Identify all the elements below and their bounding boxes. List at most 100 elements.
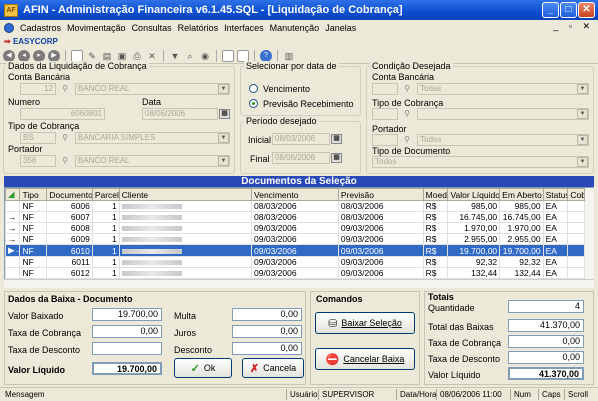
binoculars-icon[interactable]: ⚲ (400, 135, 414, 145)
col-cliente[interactable]: Cliente (118, 188, 253, 201)
quantidade-field[interactable]: 4 (508, 300, 584, 313)
condicao-portador-field[interactable]: Todos (417, 134, 589, 146)
table-row[interactable]: NF 6006 1 08/03/2006 08/03/2006 R$ 985,00 985,0… (5, 200, 585, 212)
chevron-down-icon[interactable]: ▼ (218, 84, 229, 94)
exit-icon[interactable]: ▥ (283, 50, 295, 62)
calendar-icon[interactable]: ▦ (219, 109, 230, 119)
cancela-button[interactable]: ✗ Cancela (242, 358, 304, 378)
maximize-button[interactable]: □ (560, 2, 577, 18)
portador-name-field[interactable]: BANCO REAL (75, 155, 230, 167)
col-status[interactable]: Status (542, 188, 569, 201)
chevron-down-icon[interactable]: ▼ (577, 135, 588, 145)
totais-taxa-desc-field[interactable]: 0,00 (508, 351, 584, 364)
binoculars-icon[interactable]: ⚲ (400, 109, 414, 119)
totais-valor-liq-field[interactable]: 41.370,00 (508, 367, 584, 380)
chevron-down-icon[interactable]: ▼ (218, 156, 229, 166)
valor-baixado-field[interactable]: 19.700,00 (92, 308, 162, 321)
table-row[interactable]: NF 6011 1 09/03/2006 09/03/2006 R$ 92,32 92,32 E… (5, 256, 585, 268)
menu-consultas[interactable]: Consultas (132, 23, 172, 33)
col-em-aberto[interactable]: Em Aberto (499, 188, 544, 201)
col-documento[interactable]: Documento (46, 188, 93, 201)
prev-record-icon[interactable]: ◂ (18, 49, 30, 62)
print-icon[interactable]: ⎙ (131, 50, 143, 62)
mdi-window-controls[interactable]: _ ▫ ✕ (553, 21, 594, 32)
condicao-tipo-field[interactable] (417, 108, 589, 120)
view-icon[interactable]: ◉ (199, 50, 211, 62)
first-record-icon[interactable]: ◀ (3, 49, 15, 62)
conta-name-field[interactable]: BANCO REAL (75, 83, 230, 95)
menu-movimentacao[interactable]: Movimentação (67, 23, 126, 33)
tipo-name-field[interactable]: BANCARIA SIMPLES (75, 132, 230, 144)
totais-taxa-cob-field[interactable]: 0,00 (508, 335, 584, 348)
col-moeda[interactable]: Moeda (422, 188, 449, 201)
binoculars-icon[interactable]: ⚲ (58, 84, 72, 94)
table-row[interactable]: → NF 6008 1 09/03/2006 09/03/2006 R$ 1.970,00 1.… (5, 222, 585, 234)
baixar-selecao-button[interactable]: ⛁ Baixar Seleção (315, 312, 415, 334)
binoculars-icon[interactable]: ⚲ (58, 156, 72, 166)
col-valor-liquido[interactable]: Valor Líquido (447, 188, 501, 201)
table-row[interactable]: → NF 6007 1 08/03/2006 08/03/2006 R$ 16.745,00 1… (5, 211, 585, 223)
col-cob[interactable]: Cob (567, 188, 585, 201)
calendar-icon[interactable]: ▦ (331, 153, 342, 163)
table-row[interactable]: → NF 6009 1 09/03/2006 09/03/2006 R$ 2.955,00 2.… (5, 233, 585, 245)
col-parcela[interactable]: Parcela (91, 188, 120, 201)
col-marker[interactable]: ◢ (5, 188, 21, 201)
conta-code-field[interactable]: 12 (20, 83, 56, 95)
taxa-cobranca-field[interactable]: 0,00 (92, 325, 162, 338)
valor-liquido-field[interactable]: 19.700,00 (92, 362, 162, 375)
close-button[interactable]: ✕ (578, 2, 595, 18)
calendar-icon[interactable]: ▦ (331, 134, 342, 144)
radio-vencimento[interactable] (249, 84, 258, 93)
chevron-down-icon[interactable]: ▼ (577, 157, 588, 167)
table-row[interactable]: ▶→NF6010109/03/200609/03/2006R$19.700,00… (5, 244, 585, 257)
cancel-icon[interactable]: ✕ (146, 50, 158, 62)
document-system-icon[interactable] (4, 22, 14, 33)
binoculars-icon[interactable]: ⚲ (400, 84, 414, 94)
menu-manutencao[interactable]: Manutenção (270, 23, 320, 33)
col-vencimento[interactable]: Vencimento (251, 188, 339, 201)
condicao-conta-field[interactable]: Todas (417, 83, 589, 95)
radio-previsao[interactable] (249, 99, 258, 108)
condicao-conta-code[interactable] (372, 83, 398, 95)
multa-field[interactable]: 0,00 (232, 308, 302, 321)
menu-relatorios[interactable]: Relatórios (178, 23, 219, 33)
condicao-tipo-code[interactable] (372, 108, 398, 120)
search-icon[interactable]: ⌕ (184, 50, 196, 62)
chevron-down-icon[interactable]: ▼ (218, 133, 229, 143)
binoculars-icon[interactable]: ⚲ (58, 133, 72, 143)
minimize-button[interactable]: _ (542, 2, 559, 18)
grid-vertical-scrollbar[interactable] (585, 188, 594, 279)
condicao-portador-code[interactable] (372, 134, 398, 146)
juros-field[interactable]: 0,00 (232, 325, 302, 338)
help-icon[interactable]: ? (260, 49, 272, 62)
ok-button[interactable]: ✓ Ok (174, 358, 232, 378)
menu-cadastros[interactable]: Cadastros (20, 23, 61, 33)
taxa-desconto-field[interactable] (92, 342, 162, 355)
menu-janelas[interactable]: Janelas (325, 23, 356, 33)
final-date-field[interactable]: 08/06/2006 (272, 152, 330, 164)
new-icon[interactable] (71, 49, 83, 62)
portador-code-field[interactable]: 356 (20, 155, 56, 167)
paste-icon[interactable] (237, 49, 249, 62)
numero-field[interactable]: 6060801 (20, 108, 105, 120)
delete-doc-icon[interactable]: ▤ (101, 50, 113, 62)
grid-horizontal-scrollbar[interactable] (4, 279, 594, 288)
last-record-icon[interactable]: ▶ (48, 49, 60, 62)
tipo-code-field[interactable]: BS (20, 132, 56, 144)
copy-icon[interactable] (222, 49, 234, 62)
data-field[interactable]: 08/06/2006 (142, 108, 218, 120)
edit-icon[interactable]: ✎ (86, 50, 98, 62)
save-icon[interactable]: ▣ (116, 50, 128, 62)
inicial-date-field[interactable]: 08/03/2006 (272, 133, 330, 145)
col-previsao[interactable]: Previsão (337, 188, 424, 201)
documents-grid[interactable]: ◢ Tipo Documento Parcela Cliente Vencime… (4, 187, 594, 287)
condicao-tipodoc-field[interactable]: Todos (372, 156, 589, 168)
chevron-down-icon[interactable]: ▼ (577, 109, 588, 119)
desconto-field[interactable]: 0,00 (232, 342, 302, 355)
total-baixas-field[interactable]: 41.370,00 (508, 319, 584, 332)
next-record-icon[interactable]: ▸ (33, 49, 45, 62)
col-tipo[interactable]: Tipo (19, 188, 48, 201)
cancelar-baixa-button[interactable]: ⛔ Cancelar Baixa (315, 348, 415, 370)
menu-interfaces[interactable]: Interfaces (224, 23, 264, 33)
filter-icon[interactable]: ▼ (169, 50, 181, 62)
